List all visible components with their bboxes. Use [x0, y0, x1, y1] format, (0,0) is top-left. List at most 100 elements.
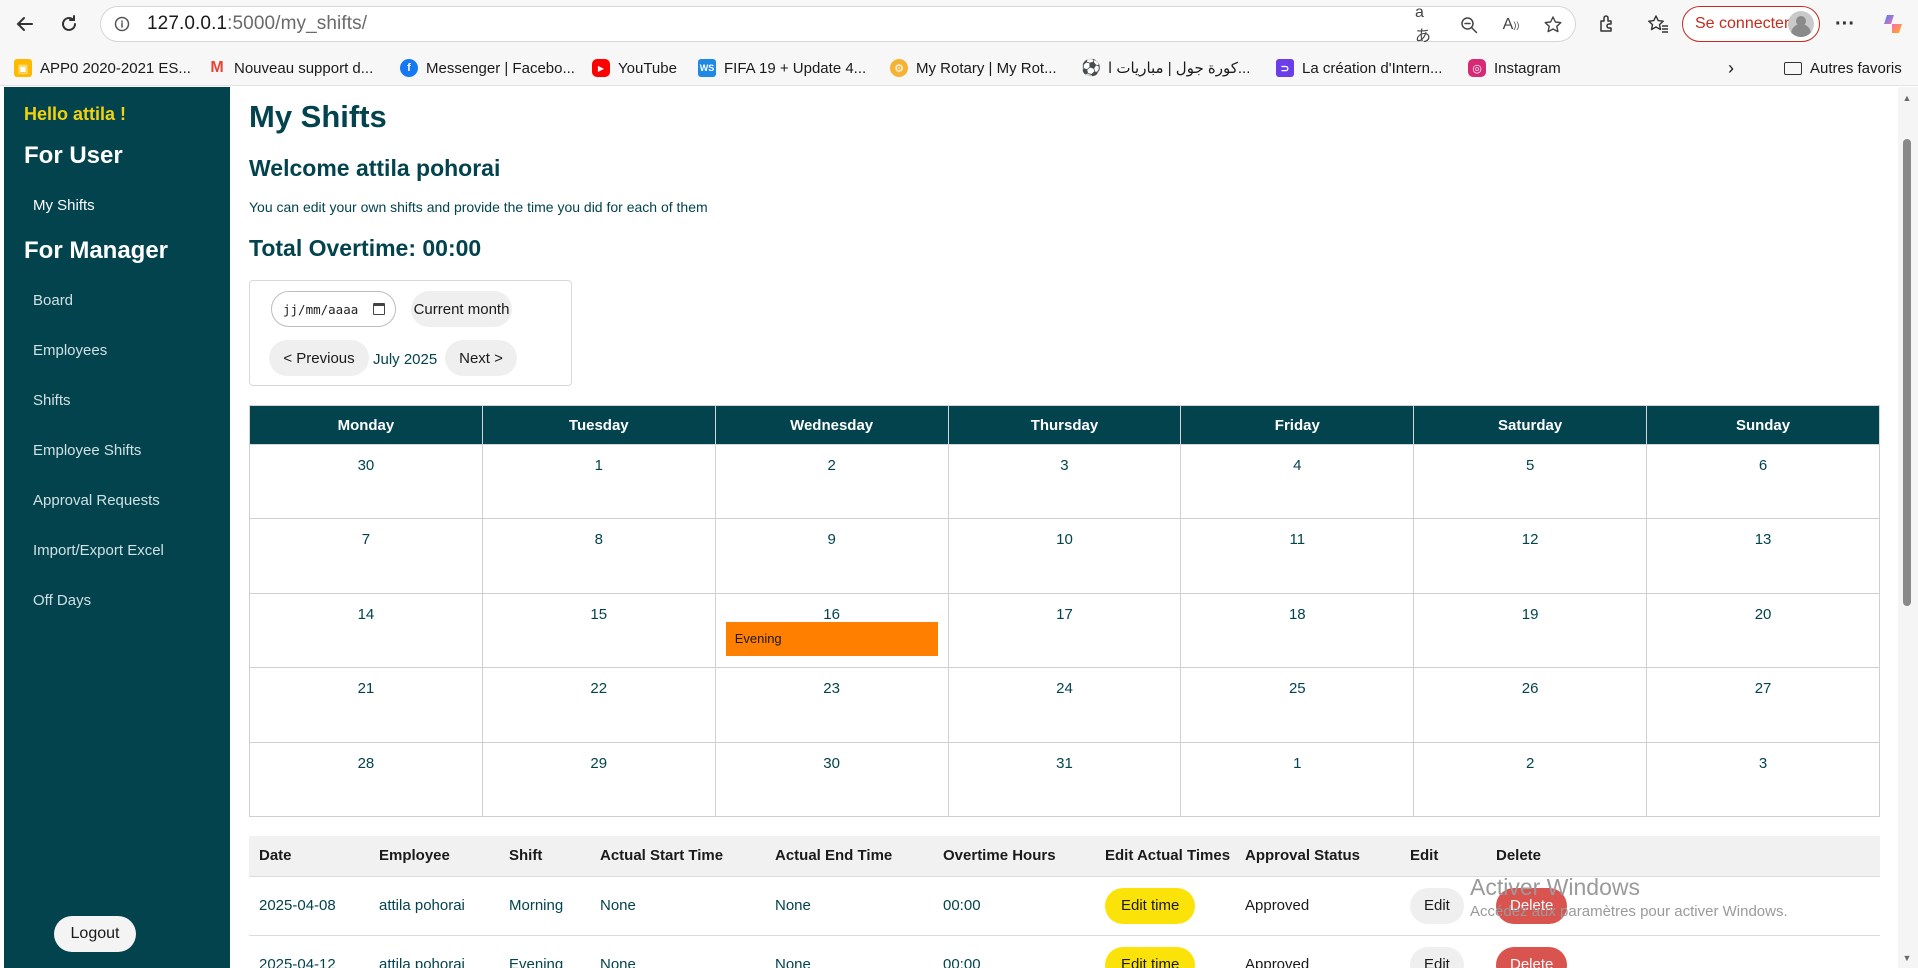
calendar-day-cell[interactable]: 2 [1413, 741, 1648, 817]
chevron-right-icon[interactable]: › [1728, 58, 1734, 78]
scroll-thumb[interactable] [1903, 139, 1911, 606]
calendar-day-cell[interactable]: 15 [481, 592, 716, 669]
calendar-day-cell[interactable]: 1 [481, 443, 716, 520]
calendar-day-cell[interactable]: 25 [1180, 667, 1415, 743]
sidebar-item-approval-requests[interactable]: Approval Requests [33, 492, 160, 509]
address-bar[interactable]: 127.0.0.1:5000/my_shifts/ aあ A)) [100, 4, 1576, 45]
bookmark-label: My Rotary | My Rot... [916, 59, 1057, 77]
copilot-icon[interactable] [1876, 7, 1910, 41]
calendar-day-cell[interactable]: 11 [1180, 518, 1415, 594]
sidebar-item-import-export[interactable]: Import/Export Excel [33, 542, 164, 559]
calendar-day-cell[interactable]: 19 [1413, 592, 1648, 669]
calendar-day-cell[interactable]: 17 [947, 592, 1182, 669]
calendar-day-cell[interactable]: 20 [1646, 592, 1880, 669]
calendar-day-cell[interactable]: 30 [249, 443, 483, 520]
edit-time-button[interactable]: Edit time [1105, 887, 1196, 924]
bookmark-label: YouTube [618, 59, 677, 77]
sidebar-item-shifts[interactable]: Shifts [33, 392, 71, 409]
calendar-day-cell[interactable]: 3 [947, 443, 1182, 520]
calendar-day-cell[interactable]: 27 [1646, 667, 1880, 743]
calendar-day-cell[interactable]: 9 [714, 518, 949, 594]
calendar-day-cell[interactable]: 2 [714, 443, 949, 520]
edit-button[interactable]: Edit [1410, 946, 1464, 968]
cell-status: Approved [1235, 876, 1400, 936]
refresh-icon[interactable] [52, 7, 86, 41]
calendar-day-cell[interactable]: 29 [481, 741, 716, 817]
scroll-up-icon[interactable]: ▲ [1902, 93, 1912, 103]
day-number: 12 [1521, 531, 1539, 549]
signin-button[interactable]: Se connecter [1682, 6, 1820, 42]
sidebar-item-board[interactable]: Board [33, 292, 73, 309]
sidebar-item-off-days[interactable]: Off Days [33, 592, 91, 609]
calendar-day-cell[interactable]: 3 [1646, 741, 1880, 817]
gmail-icon: M [210, 59, 224, 76]
bookmark-item[interactable]: ▶ YouTube [592, 58, 677, 78]
edit-time-button[interactable]: Edit time [1105, 946, 1196, 968]
bookmark-item[interactable]: ▣ APP0 2020-2021 ES... [14, 58, 191, 78]
page-scrollbar[interactable]: ▲ ▼ [1898, 87, 1918, 968]
bookmark-folder[interactable]: Autres favoris [1784, 58, 1902, 78]
day-number: 10 [1056, 531, 1073, 549]
calendar-day-cell[interactable]: 18 [1180, 592, 1415, 669]
calendar-day-cell[interactable]: 7 [249, 518, 483, 594]
column-header: Edit [1400, 836, 1486, 877]
day-number: 23 [823, 680, 840, 698]
column-header: Actual Start Time [590, 836, 765, 877]
translate-icon[interactable]: aあ [1415, 4, 1439, 45]
logout-button[interactable]: Logout [54, 916, 136, 952]
calendar-day-cell[interactable]: 5 [1413, 443, 1648, 520]
bookmark-item[interactable]: ⚽ كورة جول | مباريات ا... [1081, 58, 1250, 78]
read-aloud-icon[interactable]: A)) [1499, 13, 1523, 37]
calendar-day-cell[interactable]: 8 [481, 518, 716, 594]
extensions-icon[interactable] [1590, 7, 1624, 41]
calendar-day-cell[interactable]: 16 Evening [714, 592, 949, 669]
cell-edit-time: Edit time [1095, 876, 1235, 936]
shifts-table: Date Employee Shift Actual Start Time Ac… [249, 836, 1880, 968]
bookmark-item[interactable]: M Nouveau support d... [208, 58, 373, 78]
calendar-day-cell[interactable]: 6 [1646, 443, 1880, 520]
calendar-day-cell[interactable]: 23 [714, 667, 949, 743]
calendar-day-cell[interactable]: 31 [947, 741, 1182, 817]
back-arrow-icon[interactable] [8, 7, 42, 41]
calendar-week-row: 7 8 9 10 11 12 13 [249, 518, 1880, 594]
favorites-icon[interactable] [1641, 7, 1675, 41]
previous-month-button[interactable]: < Previous [269, 340, 369, 376]
favorite-star-icon[interactable] [1541, 13, 1565, 37]
sidebar-item-employees[interactable]: Employees [33, 342, 107, 359]
calendar-day-cell[interactable]: 28 [249, 741, 483, 817]
calendar-day-cell[interactable]: 12 [1413, 518, 1648, 594]
bookmark-item[interactable]: ◎ Instagram [1468, 58, 1561, 78]
bookmark-item[interactable]: ⚙ My Rotary | My Rot... [890, 58, 1057, 78]
calendar-day-cell[interactable]: 30 [714, 741, 949, 817]
info-icon[interactable] [113, 15, 131, 33]
calendar-day-cell[interactable]: 1 [1180, 741, 1415, 817]
delete-button[interactable]: Delete [1496, 946, 1568, 968]
current-month-button[interactable]: Current month [411, 291, 512, 327]
calendar-day-cell[interactable]: 4 [1180, 443, 1415, 520]
calendar-day-cell[interactable]: 21 [249, 667, 483, 743]
bookmark-item[interactable]: WS FIFA 19 + Update 4... [698, 58, 866, 78]
bookmark-label: Instagram [1494, 59, 1561, 77]
date-picker-input[interactable]: jj/mm/aaaa [271, 291, 396, 327]
calendar-day-cell[interactable]: 24 [947, 667, 1182, 743]
bookmark-item[interactable]: f Messenger | Facebo... [400, 58, 575, 78]
weekday-header: Monday [249, 405, 483, 445]
calendar-day-cell[interactable]: 22 [481, 667, 716, 743]
zoom-out-icon[interactable] [1457, 13, 1481, 37]
bookmark-item[interactable]: ⊃ La création d'Intern... [1276, 58, 1442, 78]
day-number: 3 [1758, 754, 1768, 772]
next-month-button[interactable]: Next > [445, 340, 517, 376]
section-user-heading: For User [24, 142, 123, 169]
sidebar-item-my-shifts[interactable]: My Shifts [33, 197, 95, 214]
calendar-day-cell[interactable]: 13 [1646, 518, 1880, 594]
delete-button[interactable]: Delete [1496, 887, 1568, 924]
calendar-day-cell[interactable]: 14 [249, 592, 483, 669]
calendar-day-cell[interactable]: 10 [947, 518, 1182, 594]
more-options-icon[interactable]: ··· [1828, 7, 1862, 41]
calendar-icon[interactable] [373, 303, 385, 315]
sidebar-item-employee-shifts[interactable]: Employee Shifts [33, 442, 141, 459]
calendar-day-cell[interactable]: 26 [1413, 667, 1648, 743]
scroll-down-icon[interactable]: ▼ [1902, 953, 1912, 963]
shift-event[interactable]: Evening [725, 621, 938, 656]
edit-button[interactable]: Edit [1410, 887, 1464, 924]
